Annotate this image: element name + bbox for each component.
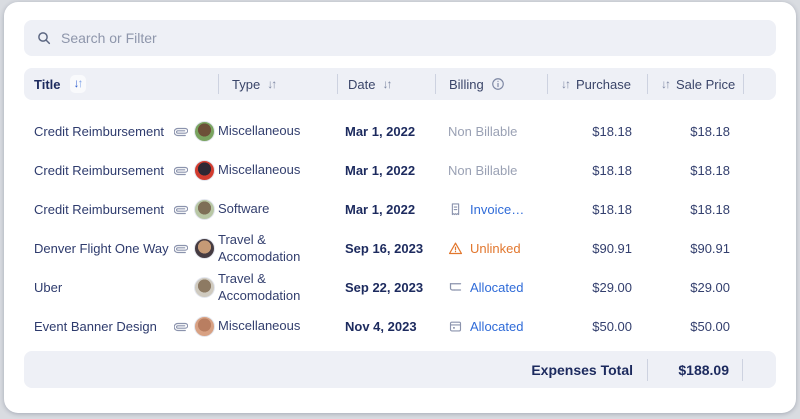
search-bar	[24, 20, 776, 56]
avatar[interactable]	[194, 238, 215, 259]
purchase-price: $50.00	[547, 319, 647, 334]
sale-price: $18.18	[647, 163, 743, 178]
purchase-price: $18.18	[547, 202, 647, 217]
billing-status[interactable]: Non Billable	[435, 163, 547, 178]
search-input[interactable]	[61, 30, 764, 46]
sort-icon-purchase[interactable]: ↓↑	[561, 77, 569, 91]
table-row[interactable]: Credit Reimbursement Miscellaneous Mar 1…	[24, 112, 776, 151]
column-header-spacer	[743, 74, 776, 94]
expense-title: Credit Reimbursement	[24, 124, 170, 139]
column-label-sale: Sale Price	[676, 77, 735, 92]
billing-label: Non Billable	[448, 163, 517, 178]
sale-price: $18.18	[647, 124, 743, 139]
table-row[interactable]: Uber Travel & Accomodation Sep 22, 2023	[24, 268, 776, 307]
avatar[interactable]	[194, 160, 215, 181]
column-label-title: Title	[34, 77, 61, 92]
expense-date: Mar 1, 2022	[337, 202, 435, 217]
column-header-type[interactable]: Type ↓↑	[218, 74, 337, 94]
expenses-total-label: Expenses Total	[24, 362, 647, 378]
sale-price: $18.18	[647, 202, 743, 217]
search-icon	[36, 30, 52, 46]
expense-type: Miscellaneous	[218, 123, 337, 140]
purchase-price: $18.18	[547, 163, 647, 178]
billing-label: Allocated	[470, 319, 523, 334]
paperclip-icon[interactable]	[174, 320, 188, 334]
expense-date: Sep 22, 2023	[337, 280, 435, 295]
billing-status[interactable]: Unlinked	[435, 241, 547, 256]
purchase-price: $29.00	[547, 280, 647, 295]
sale-price: $50.00	[647, 319, 743, 334]
expense-title: Credit Reimbursement	[24, 202, 170, 217]
column-label-purchase: Purchase	[576, 77, 631, 92]
purchase-price: $18.18	[547, 124, 647, 139]
column-header-title[interactable]: Title ↓↑	[24, 74, 218, 94]
paperclip-icon[interactable]	[174, 125, 188, 139]
column-header-date[interactable]: Date ↓↑	[337, 74, 435, 94]
billing-status[interactable]: Allocated	[435, 319, 547, 334]
sale-price: $29.00	[647, 280, 743, 295]
paperclip-icon[interactable]	[174, 164, 188, 178]
column-label-date: Date	[348, 77, 375, 92]
expense-type: Miscellaneous	[218, 162, 337, 179]
expense-title: Event Banner Design	[24, 319, 170, 334]
billing-status[interactable]: Allocated	[435, 280, 547, 295]
purchase-price: $90.91	[547, 241, 647, 256]
column-header-purchase[interactable]: ↓↑ Purchase	[547, 74, 647, 94]
calendar-icon	[448, 319, 463, 334]
expense-type: Software	[218, 201, 337, 218]
sort-icon-sale[interactable]: ↓↑	[661, 77, 669, 91]
expense-type: Travel & Accomodation	[218, 232, 337, 266]
billing-status[interactable]: Invoice…	[435, 202, 547, 217]
expenses-total-value: $188.09	[647, 359, 743, 381]
expense-date: Mar 1, 2022	[337, 163, 435, 178]
warning-icon	[448, 241, 463, 256]
expense-title: Uber	[24, 280, 170, 295]
avatar[interactable]	[194, 277, 215, 298]
column-header-sale[interactable]: ↓↑ Sale Price	[647, 74, 743, 94]
expense-date: Nov 4, 2023	[337, 319, 435, 334]
column-label-type: Type	[232, 77, 260, 92]
sort-icon-title[interactable]: ↓↑	[70, 75, 86, 93]
table-body: Credit Reimbursement Miscellaneous Mar 1…	[24, 112, 776, 346]
avatar[interactable]	[194, 199, 215, 220]
table-footer: Expenses Total $188.09	[24, 351, 776, 388]
sort-icon-type[interactable]: ↓↑	[267, 77, 275, 91]
paperclip-icon[interactable]	[174, 203, 188, 217]
table-row[interactable]: Event Banner Design Miscellaneous Nov 4,…	[24, 307, 776, 346]
billing-label: Non Billable	[448, 124, 517, 139]
invoice-icon	[448, 202, 463, 217]
billing-label: Invoice…	[470, 202, 524, 217]
billing-label: Unlinked	[470, 241, 521, 256]
sort-icon-date[interactable]: ↓↑	[382, 77, 390, 91]
expense-title: Denver Flight One Way	[24, 241, 170, 256]
billing-status[interactable]: Non Billable	[435, 124, 547, 139]
layers-icon	[448, 280, 463, 295]
sale-price: $90.91	[647, 241, 743, 256]
expense-type: Miscellaneous	[218, 318, 337, 335]
paperclip-icon[interactable]	[174, 242, 188, 256]
expenses-panel: Title ↓↑ Type ↓↑ Date ↓↑ Billing ↓↑ Purc…	[4, 2, 796, 413]
avatar[interactable]	[194, 316, 215, 337]
expense-date: Sep 16, 2023	[337, 241, 435, 256]
table-row[interactable]: Credit Reimbursement Miscellaneous Mar 1…	[24, 151, 776, 190]
info-icon[interactable]	[491, 77, 505, 91]
expense-type: Travel & Accomodation	[218, 271, 337, 305]
table-header: Title ↓↑ Type ↓↑ Date ↓↑ Billing ↓↑ Purc…	[24, 68, 776, 100]
avatar[interactable]	[194, 121, 215, 142]
column-label-billing: Billing	[449, 77, 484, 92]
table-row[interactable]: Credit Reimbursement Software Mar 1, 202…	[24, 190, 776, 229]
expense-date: Mar 1, 2022	[337, 124, 435, 139]
column-header-billing[interactable]: Billing	[435, 74, 547, 94]
billing-label: Allocated	[470, 280, 523, 295]
table-row[interactable]: Denver Flight One Way Travel & Accomodat…	[24, 229, 776, 268]
expense-title: Credit Reimbursement	[24, 163, 170, 178]
